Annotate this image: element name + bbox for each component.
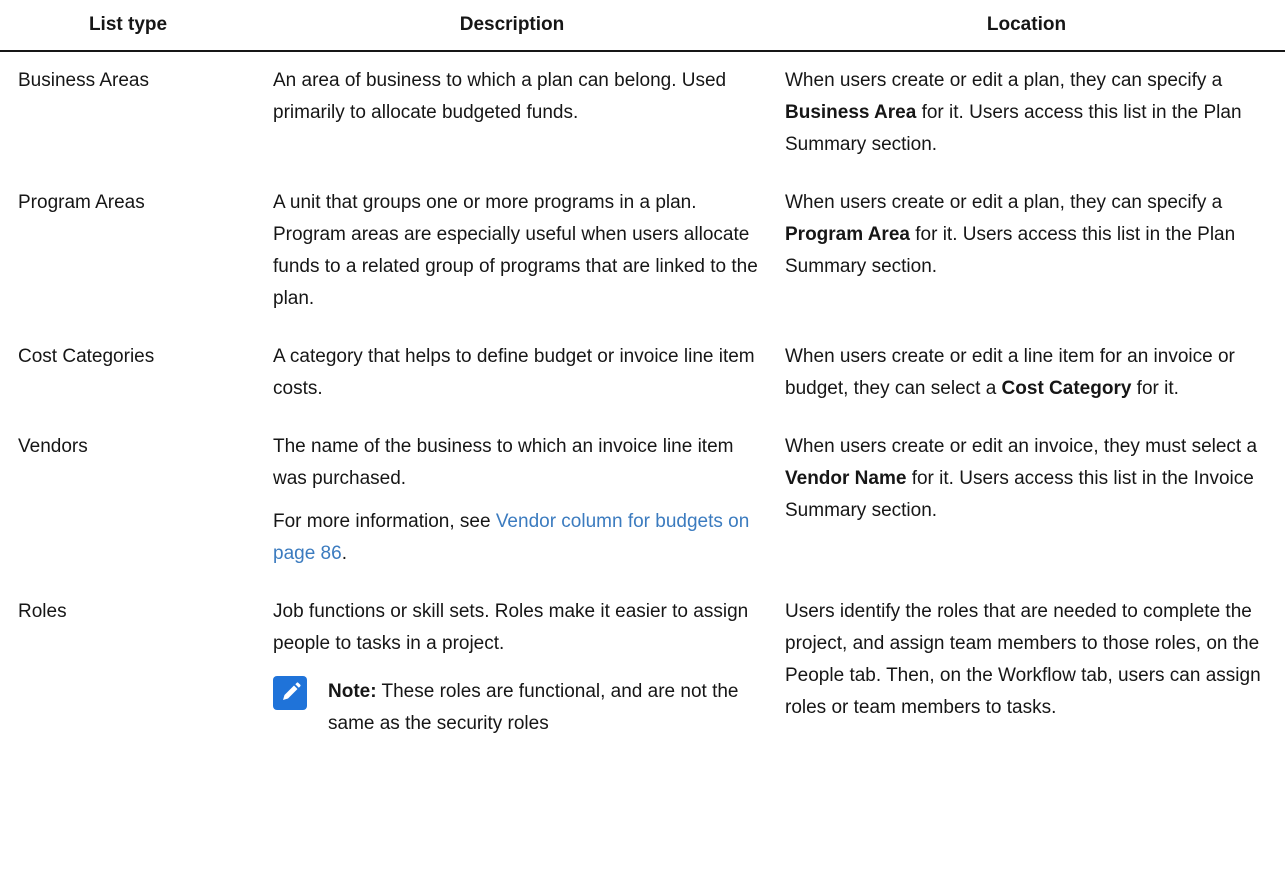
- description-cell: The name of the business to which an inv…: [256, 418, 768, 583]
- list-type-cell: Roles: [18, 601, 67, 622]
- header-location: Location: [768, 0, 1285, 52]
- table-row: Cost Categories A category that helps to…: [0, 328, 1285, 418]
- field-name: Business Area: [785, 102, 917, 123]
- list-type-cell: Program Areas: [18, 192, 145, 213]
- description-cell: Job functions or skill sets. Roles make …: [256, 583, 768, 753]
- table-row: Vendors The name of the business to whic…: [0, 418, 1285, 583]
- location-text: When users create or edit an invoice, th…: [785, 436, 1258, 521]
- table-row: Program Areas A unit that groups one or …: [0, 174, 1285, 328]
- table-row: Roles Job functions or skill sets. Roles…: [0, 583, 1285, 753]
- location-text: When users create or edit a plan, they c…: [785, 70, 1242, 155]
- location-text: When users create or edit a plan, they c…: [785, 192, 1236, 277]
- list-type-cell: Vendors: [18, 436, 88, 457]
- description-cell: An area of business to which a plan can …: [256, 51, 768, 174]
- pencil-icon: [273, 676, 307, 710]
- note-text: Note: These roles are functional, and ar…: [328, 681, 739, 734]
- description-text: A unit that groups one or more programs …: [273, 192, 758, 309]
- location-cell: When users create or edit an invoice, th…: [768, 418, 1285, 583]
- header-description: Description: [256, 0, 768, 52]
- field-name: Program Area: [785, 224, 910, 245]
- header-list-type: List type: [0, 0, 256, 52]
- description-text: Job functions or skill sets. Roles make …: [273, 601, 749, 654]
- description-text: The name of the business to which an inv…: [273, 436, 734, 489]
- description-cell: A category that helps to define budget o…: [256, 328, 768, 418]
- note-label: Note:: [328, 681, 377, 702]
- note-block: Note: These roles are functional, and ar…: [273, 676, 768, 740]
- list-types-table: List type Description Location Business …: [0, 0, 1285, 753]
- field-name: Vendor Name: [785, 468, 907, 489]
- location-text: Users identify the roles that are needed…: [785, 601, 1261, 718]
- description-text: An area of business to which a plan can …: [273, 70, 727, 123]
- table-row: Business Areas An area of business to wh…: [0, 51, 1285, 174]
- list-type-cell: Cost Categories: [18, 346, 155, 367]
- field-name: Cost Category: [1001, 378, 1132, 399]
- description-text: A category that helps to define budget o…: [273, 346, 755, 399]
- location-cell: When users create or edit a plan, they c…: [768, 51, 1285, 174]
- location-cell: When users create or edit a plan, they c…: [768, 174, 1285, 328]
- location-cell: Users identify the roles that are needed…: [768, 583, 1285, 753]
- location-text: When users create or edit a line item fo…: [785, 346, 1235, 399]
- more-info-text: For more information, see Vendor column …: [273, 511, 750, 564]
- description-cell: A unit that groups one or more programs …: [256, 174, 768, 328]
- table-header-row: List type Description Location: [0, 0, 1285, 52]
- location-cell: When users create or edit a line item fo…: [768, 328, 1285, 418]
- list-type-cell: Business Areas: [18, 70, 149, 91]
